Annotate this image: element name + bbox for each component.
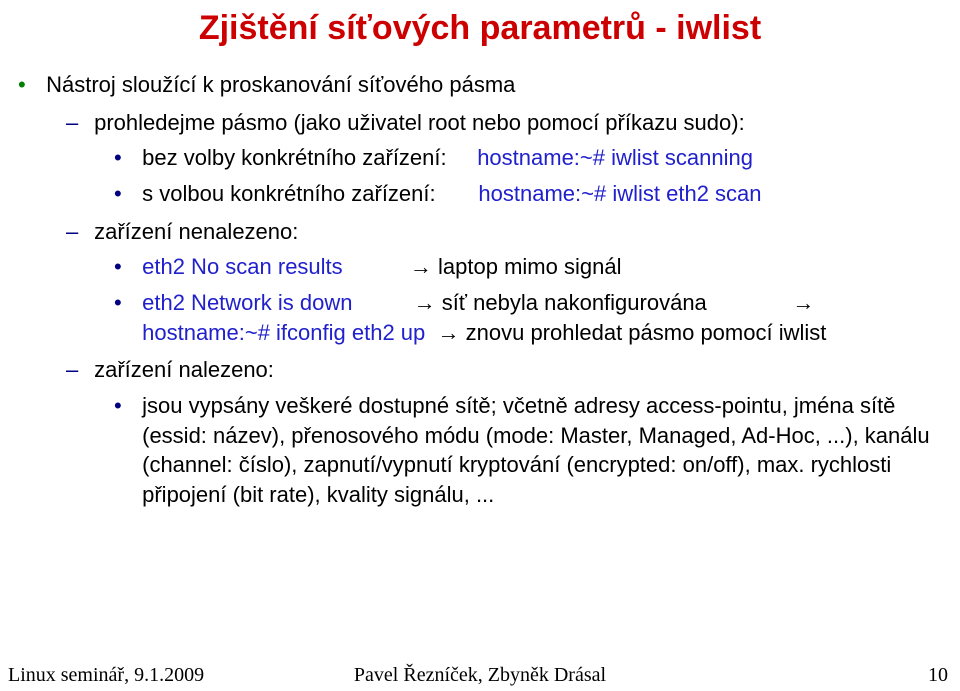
bullet-list-level3: bez volby konkrétního zařízení: hostname…	[114, 143, 960, 208]
bullet-text: zařízení nenalezeno:	[94, 217, 944, 247]
bullet-text: s volbou konkrétního zařízení: hostname:…	[142, 179, 932, 209]
list-item: bez volby konkrétního zařízení: hostname…	[114, 143, 960, 173]
command-text: eth2 No scan results	[142, 254, 343, 279]
list-item: eth2 No scan results → laptop mimo signá…	[114, 252, 960, 282]
footer-right: 10	[928, 662, 948, 689]
list-item: jsou vypsány veškeré dostupné sítě; včet…	[114, 391, 960, 510]
command-text: hostname:~# iwlist eth2 scan	[478, 181, 761, 206]
list-item: eth2 Network is down → síť nebyla nakonf…	[114, 288, 960, 347]
command-text: eth2 Network is down	[142, 290, 352, 315]
result-text: → znovu prohledat pásmo pomocí iwlist	[438, 320, 827, 345]
bullet-list-level3: eth2 No scan results → laptop mimo signá…	[114, 252, 960, 347]
bullet-list-level1: Nástroj sloužící k proskanování síťového…	[18, 70, 960, 510]
result-text: → síť nebyla nakonfigurována	[414, 290, 707, 315]
list-item: zařízení nenalezeno: eth2 No scan result…	[66, 217, 960, 348]
result-text: → laptop mimo signál	[410, 254, 622, 279]
bullet-text: eth2 No scan results → laptop mimo signá…	[142, 252, 932, 282]
command-text: hostname:~# ifconfig eth2 up	[142, 320, 425, 345]
bullet-text: bez volby konkrétního zařízení: hostname…	[142, 143, 932, 173]
command-text: hostname:~# iwlist scanning	[477, 145, 753, 170]
slide-title: Zjištění síťových parametrů - iwlist	[0, 0, 960, 70]
list-item: Nástroj sloužící k proskanování síťového…	[18, 70, 960, 510]
bullet-text: jsou vypsány veškeré dostupné sítě; včet…	[142, 391, 932, 510]
bullet-list-level2: prohledejme pásmo (jako uživatel root ne…	[66, 108, 960, 510]
label: s volbou konkrétního zařízení:	[142, 181, 436, 206]
bullet-text: prohledejme pásmo (jako uživatel root ne…	[94, 108, 944, 138]
label: bez volby konkrétního zařízení:	[142, 145, 447, 170]
list-item: zařízení nalezeno: jsou vypsány veškeré …	[66, 355, 960, 509]
bullet-text: eth2 Network is down → síť nebyla nakonf…	[142, 288, 932, 347]
bullet-text: Nástroj sloužící k proskanování síťového…	[46, 70, 946, 100]
arrow-icon: →	[792, 290, 814, 315]
list-item: s volbou konkrétního zařízení: hostname:…	[114, 179, 960, 209]
slide: Zjištění síťových parametrů - iwlist Nás…	[0, 0, 960, 691]
footer-center: Pavel Řezníček, Zbyněk Drásal	[0, 662, 960, 689]
list-item: prohledejme pásmo (jako uživatel root ne…	[66, 108, 960, 209]
bullet-list-level3: jsou vypsány veškeré dostupné sítě; včet…	[114, 391, 960, 510]
bullet-text: zařízení nalezeno:	[94, 355, 944, 385]
